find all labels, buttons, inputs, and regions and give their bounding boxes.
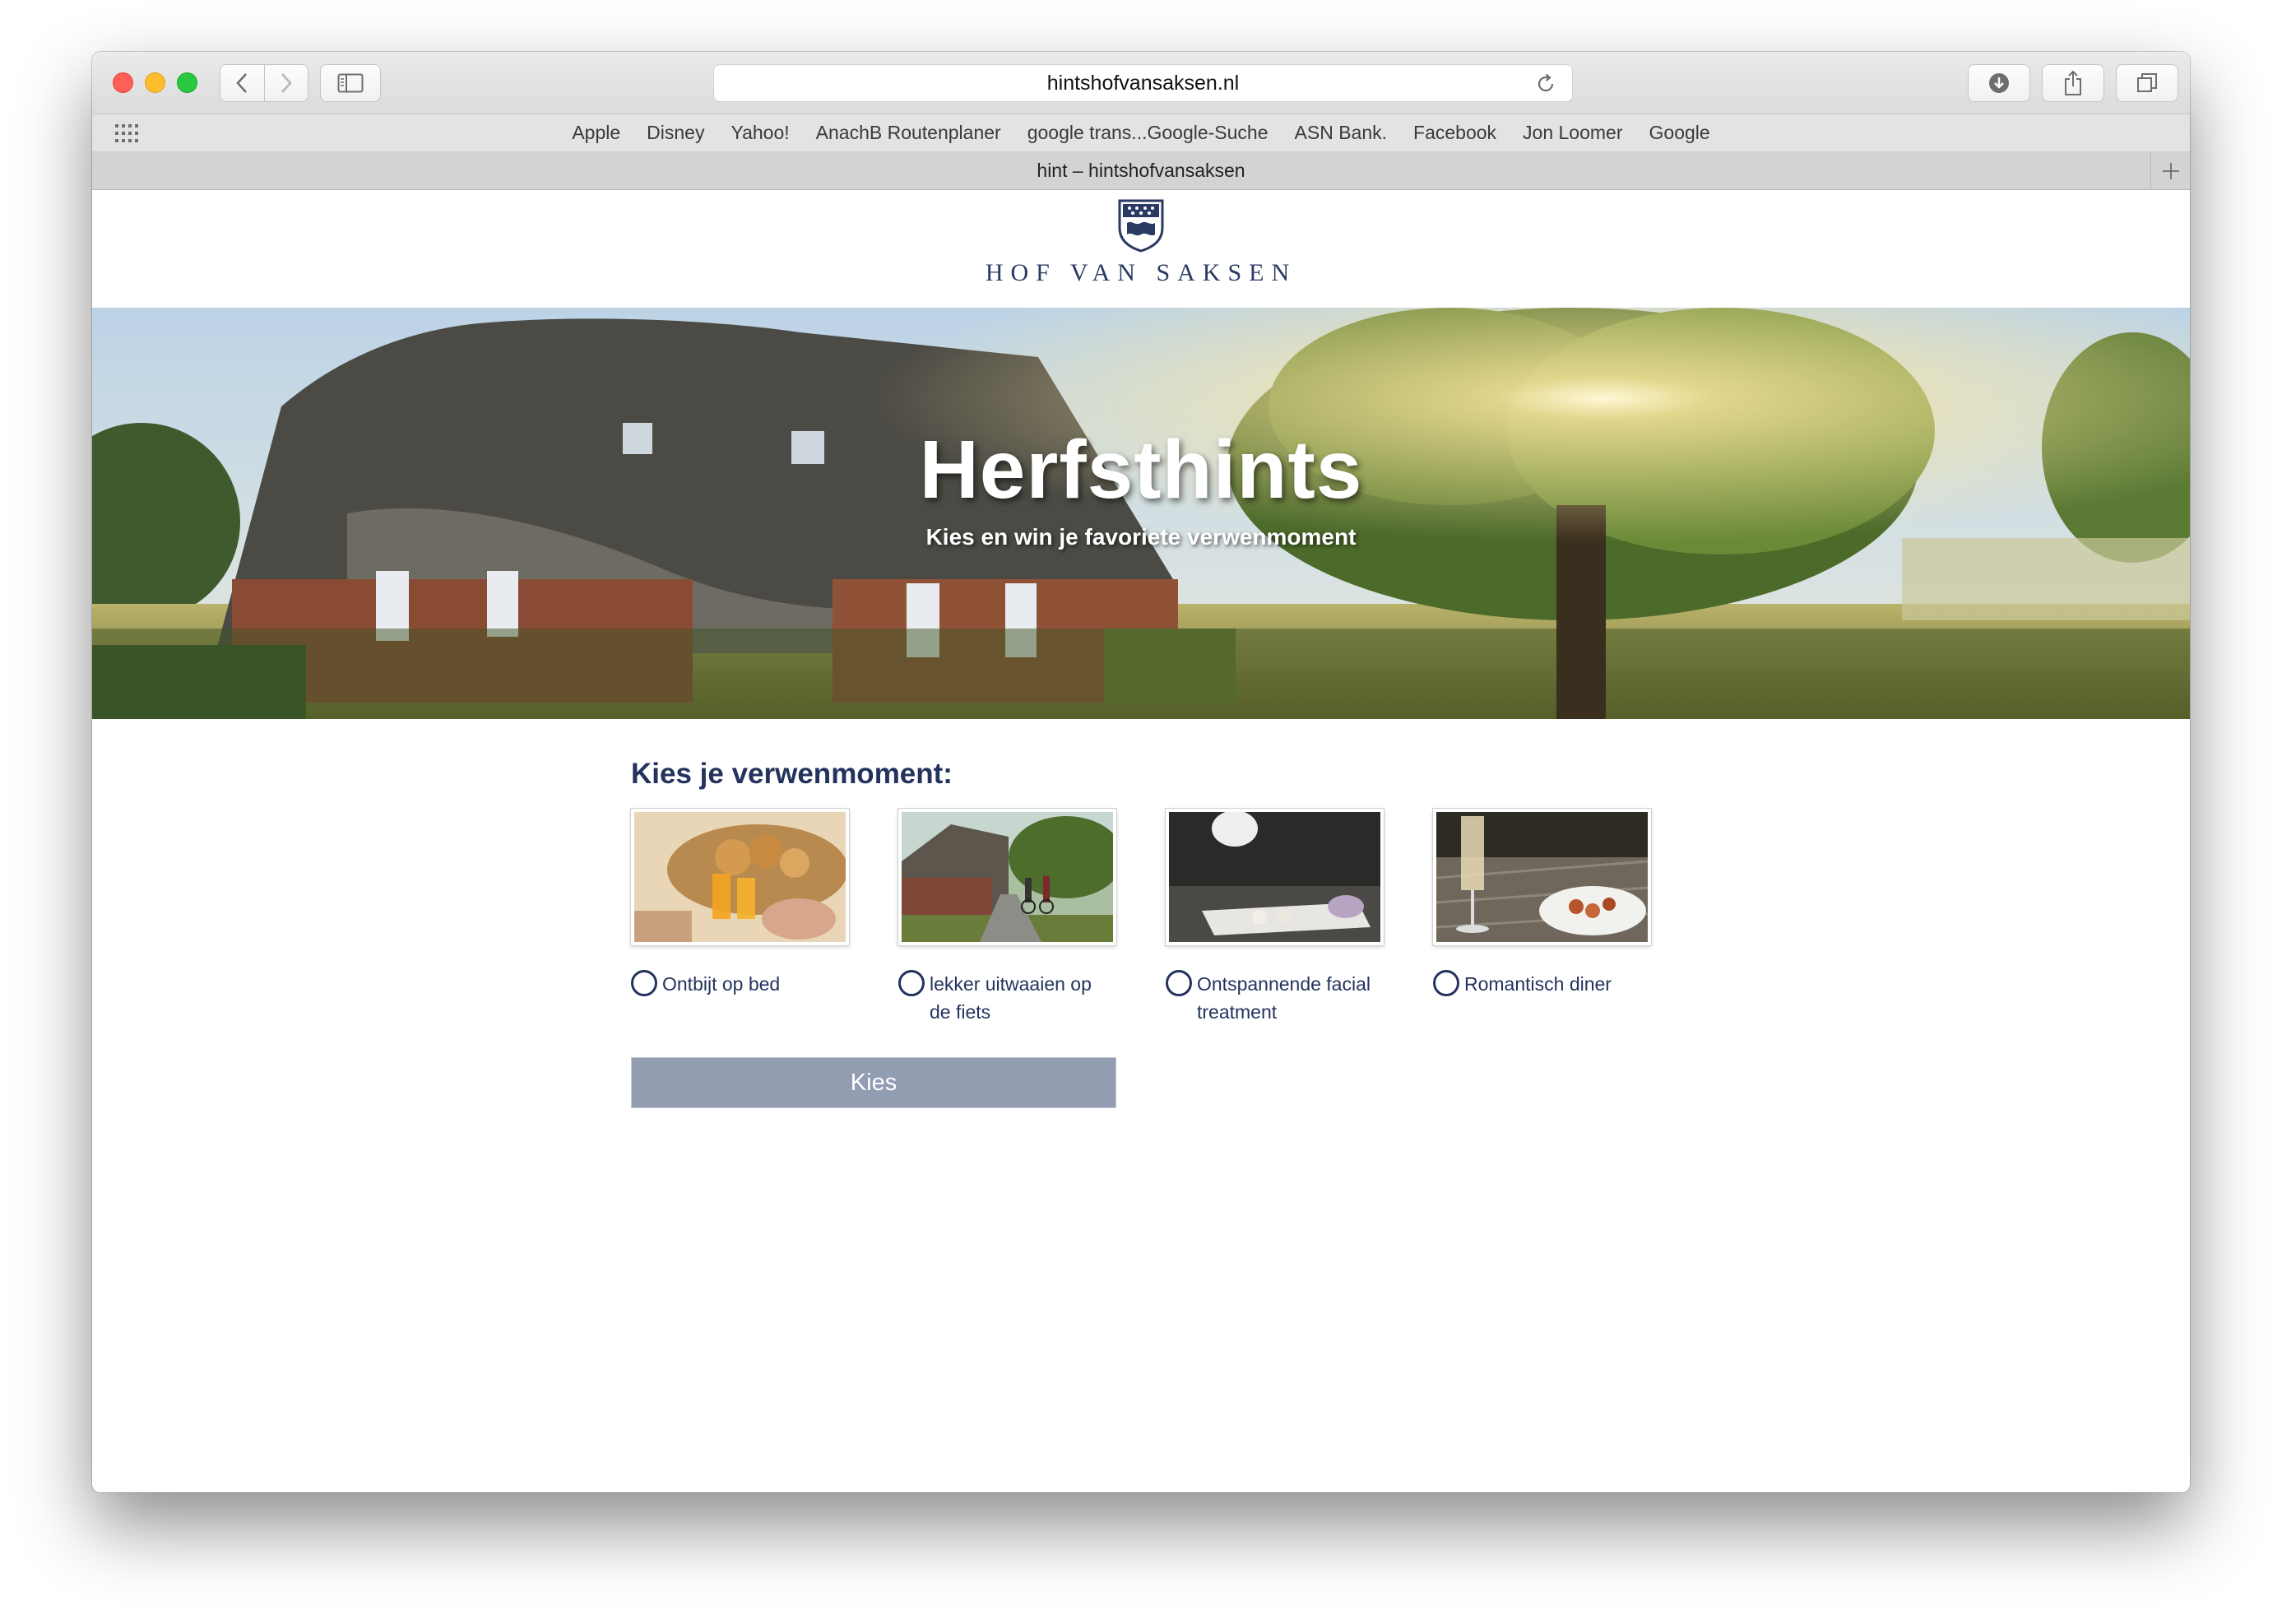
dinner-image	[1436, 812, 1648, 942]
choice-form: Kies je verwenmoment: Ontbijt op bed lek…	[631, 758, 1700, 1108]
option-dinner-text: Romantisch diner	[1464, 973, 1612, 995]
option-breakfast-text: Ontbijt op bed	[662, 973, 781, 995]
sidebar-icon	[337, 73, 364, 93]
forward-icon	[281, 73, 292, 93]
option-dinner-label[interactable]: Romantisch diner	[1433, 970, 1651, 998]
kies-button[interactable]: Kies	[631, 1057, 1116, 1108]
share-icon	[2065, 70, 2081, 95]
radio-breakfast[interactable]	[631, 970, 657, 996]
close-window-button[interactable]	[113, 72, 133, 93]
bookmark-yahoo[interactable]: Yahoo!	[731, 122, 789, 144]
breakfast-image	[634, 812, 846, 942]
radio-dinner[interactable]	[1433, 970, 1459, 996]
bookmark-disney[interactable]: Disney	[647, 122, 704, 144]
radio-bike[interactable]	[898, 970, 925, 996]
option-bike: lekker uitwaaien op de fiets	[898, 809, 1116, 1026]
hero-banner: Herfsthints Kies en win je favoriete ver…	[92, 308, 2190, 719]
option-bike-label[interactable]: lekker uitwaaien op de fiets	[898, 970, 1116, 1026]
thumbnail-dinner[interactable]	[1433, 809, 1651, 945]
bookmark-anachb[interactable]: AnachB Routenplaner	[816, 122, 1001, 144]
browser-window: hintshofvansaksen.nl Apple Disney Yahoo!…	[92, 52, 2190, 1492]
tabs-icon	[2137, 73, 2157, 92]
plus-icon	[2162, 163, 2179, 179]
hero-title: Herfsthints	[919, 424, 1363, 516]
url-text: hintshofvansaksen.nl	[1046, 71, 1240, 95]
radio-facial[interactable]	[1166, 970, 1192, 996]
address-bar[interactable]: hintshofvansaksen.nl	[713, 64, 1573, 102]
bookmark-google-translate[interactable]: google trans...Google-Suche	[1027, 122, 1269, 144]
maximize-window-button[interactable]	[177, 72, 197, 93]
grid-icon[interactable]	[115, 124, 138, 142]
option-breakfast: Ontbijt op bed	[631, 809, 849, 1026]
thumbnail-facial[interactable]	[1166, 809, 1384, 945]
crest-icon	[1118, 199, 1164, 253]
option-facial-text: Ontspannende facial treatment	[1197, 973, 1371, 1023]
option-facial-label[interactable]: Ontspannende facial treatment	[1166, 970, 1384, 1026]
brand-name: HOF VAN SAKSEN	[985, 259, 1297, 286]
active-tab-title[interactable]: hint – hintshofvansaksen	[1037, 160, 1245, 182]
hero-subtitle: Kies en win je favoriete verwenmoment	[925, 524, 1357, 550]
navigation-buttons	[220, 64, 308, 102]
hero-text: Herfsthints Kies en win je favoriete ver…	[92, 423, 2190, 550]
tab-bar: hint – hintshofvansaksen	[92, 152, 2190, 190]
back-icon	[236, 73, 248, 93]
bookmark-apple[interactable]: Apple	[572, 122, 620, 144]
download-icon	[1989, 73, 2009, 93]
share-button[interactable]	[2042, 64, 2104, 102]
web-page: HOF VAN SAKSEN Herfsthints Kies en win j…	[92, 190, 2190, 1492]
back-button[interactable]	[220, 65, 264, 101]
bookmark-google[interactable]: Google	[1649, 122, 1710, 144]
bookmarks-bar: Apple Disney Yahoo! AnachB Routenplaner …	[92, 114, 2190, 152]
thumbnail-breakfast[interactable]	[631, 809, 849, 945]
site-logo[interactable]: HOF VAN SAKSEN	[92, 198, 2190, 287]
bike-image	[902, 812, 1113, 942]
browser-toolbar: hintshofvansaksen.nl	[92, 52, 2190, 114]
downloads-button[interactable]	[1968, 64, 2030, 102]
option-dinner: Romantisch diner	[1433, 809, 1651, 1026]
facial-image	[1169, 812, 1380, 942]
bookmark-facebook[interactable]: Facebook	[1413, 122, 1496, 144]
minimize-window-button[interactable]	[145, 72, 165, 93]
sidebar-button[interactable]	[320, 64, 381, 102]
option-bike-text: lekker uitwaaien op de fiets	[930, 973, 1092, 1023]
thumbnail-bike[interactable]	[898, 809, 1116, 945]
option-facial: Ontspannende facial treatment	[1166, 809, 1384, 1026]
forward-button[interactable]	[263, 65, 308, 101]
new-tab-button[interactable]	[2150, 152, 2190, 190]
option-breakfast-label[interactable]: Ontbijt op bed	[631, 970, 849, 998]
bookmark-jon-loomer[interactable]: Jon Loomer	[1523, 122, 1622, 144]
bookmark-asn-bank[interactable]: ASN Bank.	[1295, 122, 1388, 144]
show-tabs-button[interactable]	[2116, 64, 2178, 102]
reload-icon[interactable]	[1534, 72, 1557, 95]
form-heading: Kies je verwenmoment:	[631, 758, 953, 790]
options-row: Ontbijt op bed lekker uitwaaien op de fi…	[631, 809, 1700, 1026]
